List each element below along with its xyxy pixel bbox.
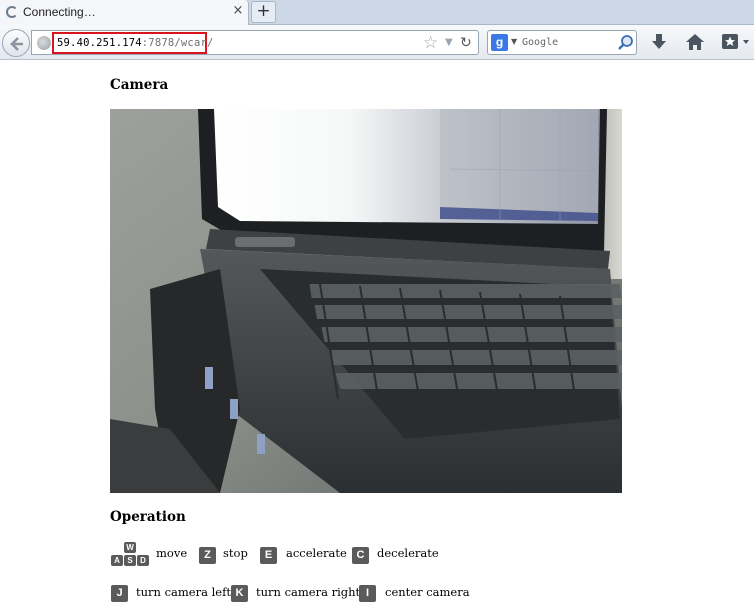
stop-label: stop (223, 546, 248, 560)
key-c: C (352, 547, 369, 564)
key-e: E (260, 547, 277, 564)
key-d: D (137, 555, 149, 566)
site-identity-icon[interactable] (37, 36, 51, 50)
google-engine-icon[interactable]: g (491, 34, 508, 51)
home-icon[interactable] (685, 32, 705, 52)
camera-heading: Camera (110, 77, 169, 93)
history-dropdown-icon[interactable]: ▼ (445, 36, 453, 50)
decelerate-label: decelerate (377, 546, 439, 560)
accelerate-label: accelerate (286, 546, 347, 560)
camera-feed-image (110, 109, 622, 493)
move-label: move (156, 546, 188, 560)
key-w: W (124, 542, 136, 553)
turn-camera-left-label: turn camera left (136, 585, 231, 599)
url-text[interactable]: 59.40.251.174:7878/wcar/ (57, 35, 214, 51)
operation-heading: Operation (110, 509, 186, 525)
loading-spinner-icon (6, 6, 18, 18)
back-button[interactable] (2, 29, 30, 57)
url-path: :7878/wcar/ (141, 37, 214, 49)
new-tab-button[interactable]: + (251, 1, 276, 23)
bookmark-star-icon[interactable]: ☆ (423, 33, 438, 53)
center-camera-label: center camera (385, 585, 470, 599)
back-arrow-icon (10, 37, 23, 51)
key-z: Z (199, 547, 216, 564)
download-icon[interactable] (650, 33, 668, 51)
search-input[interactable] (522, 34, 612, 51)
navigation-bar: 59.40.251.174:7878/wcar/ ☆ ▼ ↻ g ▼ (0, 25, 754, 60)
reload-icon[interactable]: ↻ (460, 34, 472, 52)
tab-active[interactable]: Connecting… × (0, 0, 249, 25)
key-j: J (111, 585, 128, 602)
tab-close-icon[interactable]: × (231, 3, 245, 19)
search-bar[interactable]: g ▼ (487, 30, 637, 55)
tab-bar: Connecting… × + (0, 0, 754, 25)
search-icon[interactable] (617, 34, 634, 51)
engine-dropdown-icon[interactable]: ▼ (511, 36, 517, 48)
tab-title: Connecting… (23, 5, 96, 19)
key-s: S (124, 555, 136, 566)
page-content: Camera Operation W A S D move Z stop E a… (0, 61, 754, 614)
key-a: A (111, 555, 123, 566)
address-bar[interactable]: 59.40.251.174:7878/wcar/ ☆ ▼ ↻ (31, 30, 479, 55)
key-i: I (359, 585, 376, 602)
turn-camera-right-label: turn camera right (256, 585, 361, 599)
bookmarks-menu-icon[interactable] (720, 31, 752, 53)
key-k: K (231, 585, 248, 602)
url-host: 59.40.251.174 (57, 37, 142, 49)
